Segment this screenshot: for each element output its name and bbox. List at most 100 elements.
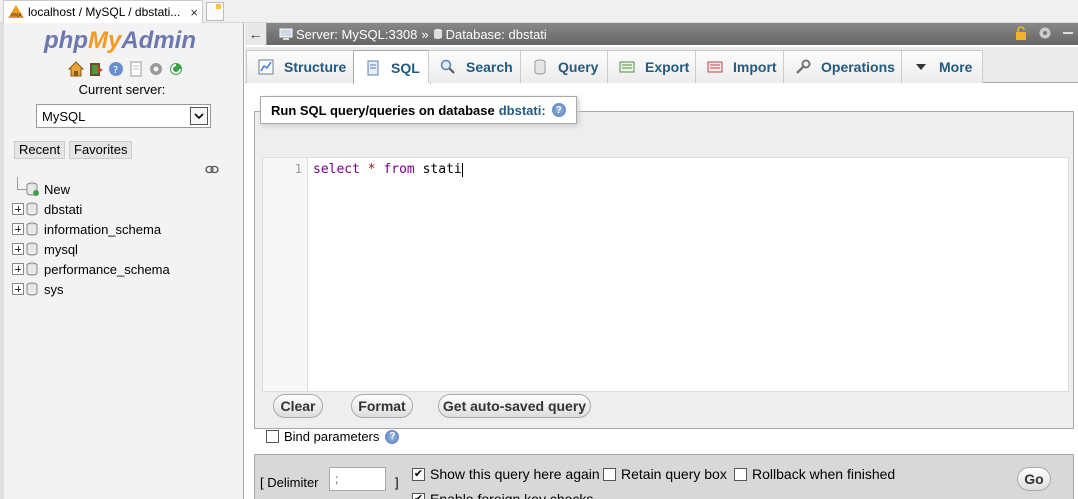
tab-export[interactable]: Export [607,50,701,83]
breadcrumb-server[interactable]: Server: MySQL:3308 [279,27,417,42]
new-database-icon [26,182,39,196]
help-icon[interactable]: ? [551,103,566,117]
tree-item-sys[interactable]: sys [12,280,64,298]
foreign-key-checks-checkbox[interactable]: ✔ [412,492,425,499]
tree-item-information-schema[interactable]: information_schema [12,220,161,238]
database-icon [26,202,38,216]
settings-icon[interactable] [148,61,164,77]
breadcrumb-database[interactable]: Database: dbstati [433,27,547,42]
tree-item-performance-schema[interactable]: performance_schema [12,260,170,278]
tab-sql[interactable]: SQL [353,50,431,84]
sql-keyword: select [313,162,360,177]
main-panel: ← Server: MySQL:3308 » Database: dbstati [245,23,1078,499]
navigation-panel: phpMyAdmin ? Current server: MySQL Recen… [0,23,244,499]
reload-icon[interactable] [168,61,184,77]
sql-query-area: 1 select * from stati Run SQL query/quer… [254,83,1078,499]
nav-icon-bar: ? [67,61,184,77]
lock-icon[interactable] [1014,26,1028,43]
tree-item-label[interactable]: sys [44,282,64,297]
database-icon [26,282,38,296]
browser-tab-title: localhost / MySQL / dbstati... [28,5,181,19]
sql-operator: * [367,162,376,177]
delimiter-label: [ Delimiter [260,475,319,490]
browser-tab-strip: PMA localhost / MySQL / dbstati... × [0,0,1078,23]
rollback-checkbox[interactable] [734,467,747,481]
svg-text:?: ? [113,65,118,76]
expand-icon[interactable] [12,263,24,275]
link-icon[interactable] [205,162,219,177]
tree-item-label[interactable]: information_schema [44,222,161,237]
tree-item-mysql[interactable]: mysql [12,240,78,258]
database-icon [26,222,38,236]
gear-icon[interactable] [1038,26,1052,43]
expand-icon[interactable] [12,243,24,255]
browser-tab[interactable]: PMA localhost / MySQL / dbstati... × [3,0,203,23]
breadcrumb-actions [1014,26,1074,43]
line-number: 1 [294,162,302,176]
sql-fieldset: 1 select * from stati [254,111,1074,429]
get-auto-saved-query-button[interactable]: Get auto-saved query [438,394,591,418]
tree-item-label[interactable]: mysql [44,242,78,257]
tree-item-new[interactable]: New [12,177,70,198]
docs-icon[interactable] [128,61,144,77]
close-icon[interactable]: × [190,5,198,20]
new-tab-icon[interactable] [206,2,224,21]
legend-database-link[interactable]: dbstati: [499,103,546,118]
rollback-option[interactable]: Rollback when finished [734,466,895,482]
retain-query-box-option[interactable]: Retain query box [603,466,727,482]
sql-code[interactable]: select * from stati [313,162,463,177]
tab-operations[interactable]: Operations [783,50,906,83]
server-select-value: MySQL [42,108,86,124]
home-icon[interactable] [67,61,85,77]
export-icon [618,59,636,75]
tree-item-dbstati[interactable]: dbstati [12,200,82,218]
structure-icon [257,59,275,75]
delimiter-input[interactable]: ; [329,467,386,491]
current-server-label: Current server: [78,82,166,97]
bind-parameters-checkbox[interactable] [266,430,279,443]
tree-item-label[interactable]: dbstati [44,202,82,217]
text-cursor [461,162,463,177]
phpmyadmin-favicon-icon: PMA [8,5,24,19]
tree-item-label[interactable]: performance_schema [44,262,170,277]
tab-structure[interactable]: Structure [246,50,358,83]
breadcrumb: ← Server: MySQL:3308 » Database: dbstati [245,23,1078,45]
server-select[interactable]: MySQL [36,104,211,128]
go-button[interactable]: Go [1017,467,1051,491]
bind-parameters[interactable]: Bind parameters ? [266,429,400,444]
tab-search[interactable]: Search [428,50,524,83]
tab-more[interactable]: More [901,50,984,83]
exit-icon[interactable] [88,61,104,77]
bind-parameters-label: Bind parameters [284,429,380,444]
delimiter-bracket: ] [395,475,399,490]
expand-icon[interactable] [12,203,24,215]
format-button[interactable]: Format [351,394,413,418]
tab-import[interactable]: Import [695,50,788,83]
foreign-key-checks-option[interactable]: ✔ Enable foreign key checks [412,491,593,499]
show-query-again-checkbox[interactable]: ✔ [412,467,425,481]
database-icon [433,28,443,40]
clear-button[interactable]: Clear [273,394,323,418]
expand-icon[interactable] [12,223,24,235]
tree-line [12,177,27,195]
show-query-again-option[interactable]: ✔ Show this query here again [412,466,600,482]
expand-icon[interactable] [12,283,24,295]
phpmyadmin-logo[interactable]: phpMyAdmin [44,27,196,55]
recent-button[interactable]: Recent [14,141,66,159]
help-icon[interactable]: ? [108,61,124,77]
editor-gutter: 1 [263,158,308,391]
collapse-navigation-button[interactable]: ← [245,23,267,45]
breadcrumb-separator: » [421,26,429,42]
query-options-bar: [ Delimiter ; ] ✔ Show this query here a… [254,454,1074,499]
chevron-down-icon[interactable] [190,107,208,125]
tab-bar: Structure SQL Search Query Export Import… [245,47,1078,84]
expand-panel-icon[interactable] [1062,26,1074,43]
server-icon [279,28,293,40]
sql-icon [364,60,382,76]
favorites-button[interactable]: Favorites [69,141,133,159]
retain-query-box-checkbox[interactable] [603,467,616,481]
help-icon[interactable]: ? [385,429,400,444]
tab-query[interactable]: Query [520,50,610,83]
sql-editor[interactable]: 1 select * from stati [262,157,1069,392]
tree-item-label[interactable]: New [44,182,70,197]
